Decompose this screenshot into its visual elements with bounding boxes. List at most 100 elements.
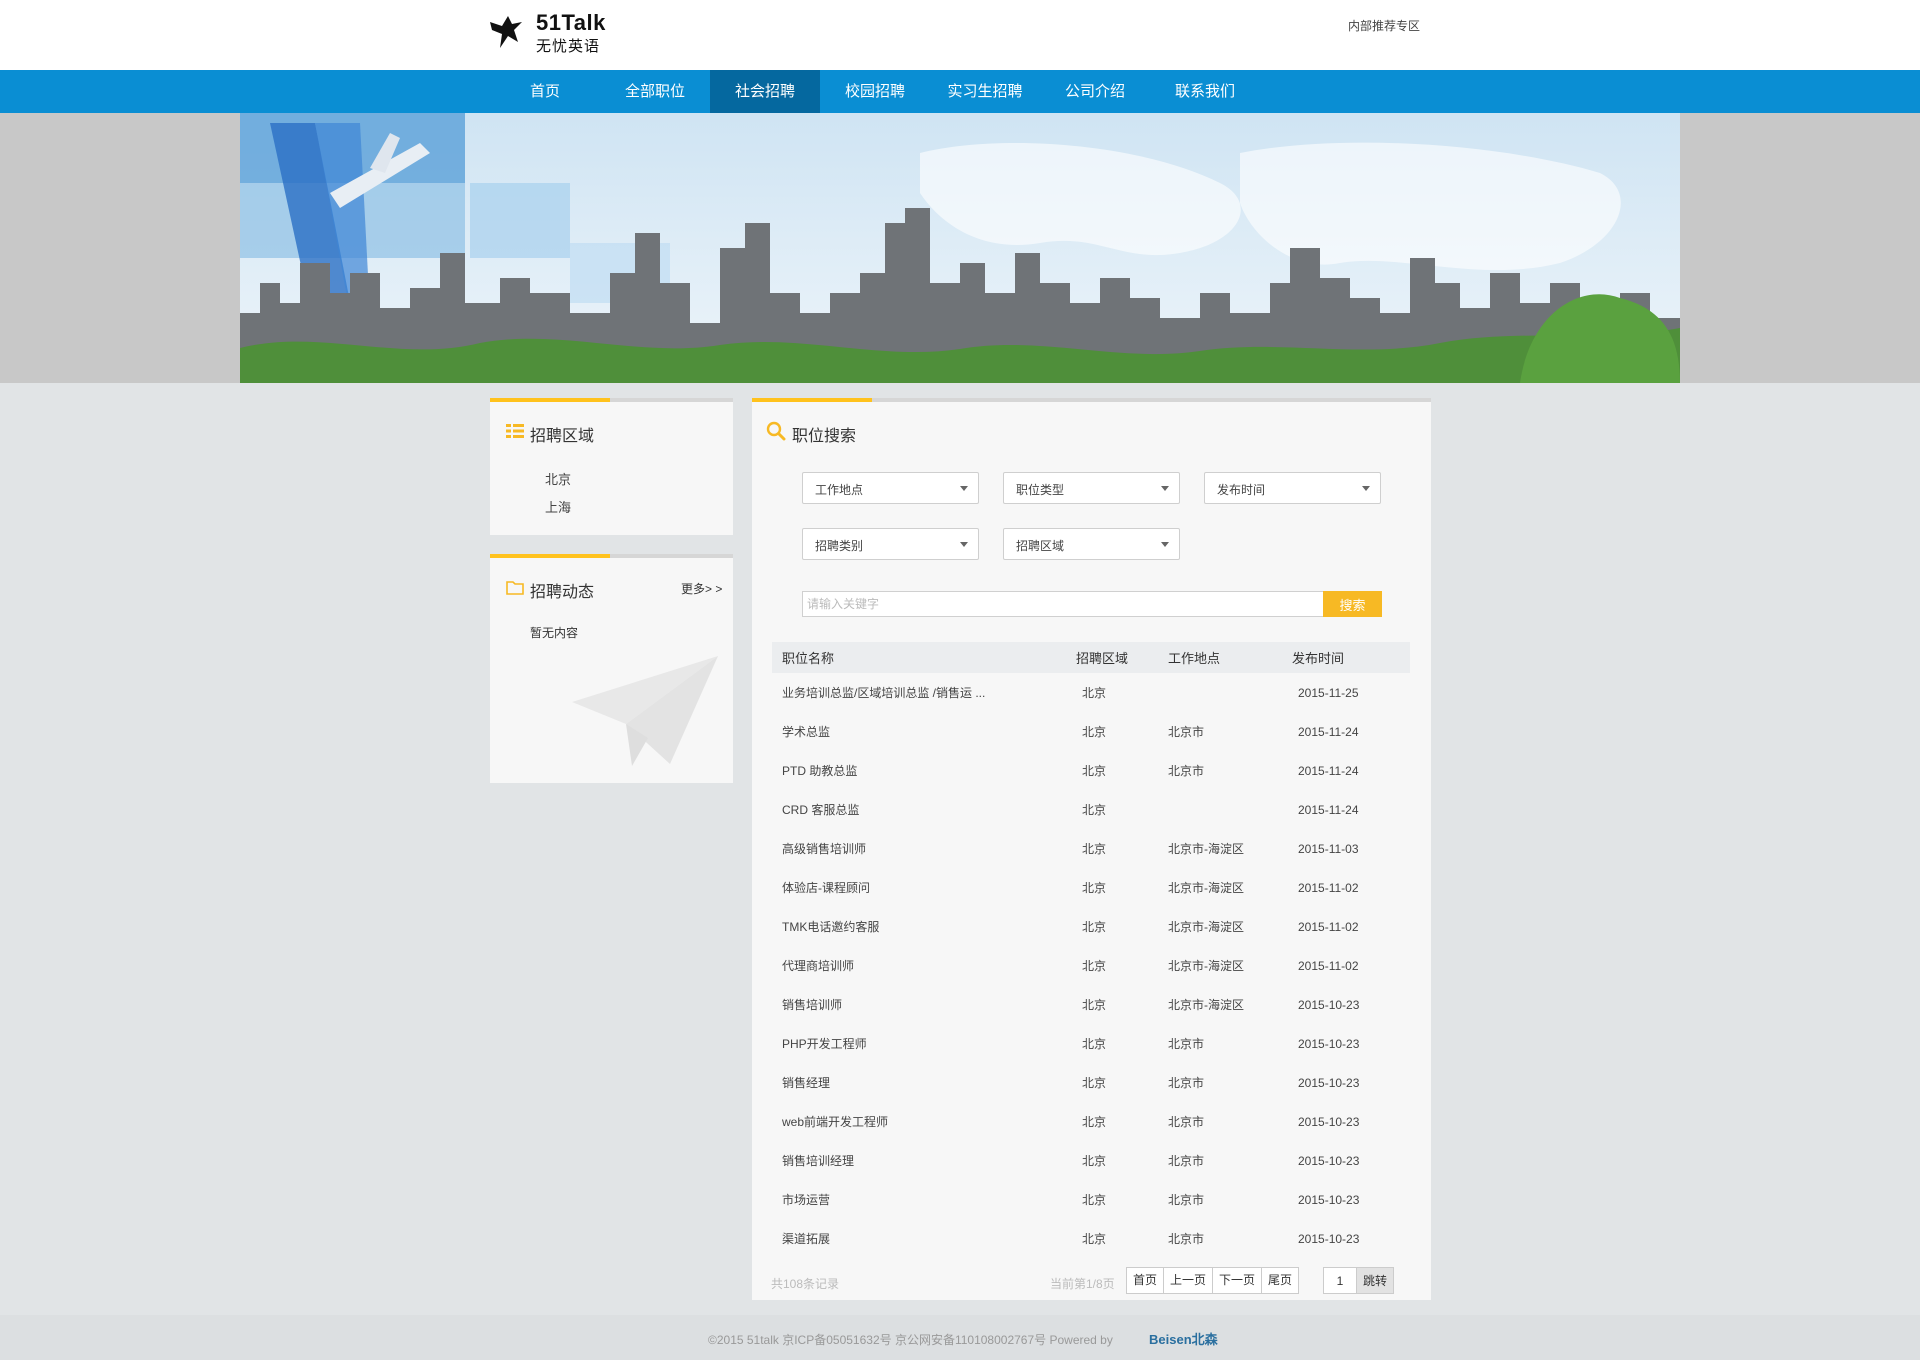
job-name-cell: 渠道拓展	[772, 1219, 1076, 1258]
table-row[interactable]: 渠道拓展 北京 北京市 2015-10-23	[772, 1219, 1410, 1258]
job-name-link[interactable]: 渠道拓展	[782, 1232, 830, 1246]
publish-time-select[interactable]: 发布时间	[1204, 472, 1381, 504]
job-region: 北京	[1082, 725, 1107, 739]
panel-top-border	[490, 554, 733, 558]
job-date: 2015-10-23	[1298, 1114, 1360, 1129]
panel-top-border	[752, 398, 1431, 402]
select-label: 招聘类别	[815, 539, 864, 553]
table-row[interactable]: 体验店-课程顾问 北京 北京市-海淀区 2015-11-02	[772, 868, 1410, 907]
table-row[interactable]: 销售经理 北京 北京市 2015-10-23	[772, 1063, 1410, 1102]
job-name-link[interactable]: 销售培训师	[782, 998, 842, 1012]
chevron-down-icon	[1362, 486, 1370, 491]
prev-page-button[interactable]: 上一页	[1163, 1267, 1213, 1294]
search-button[interactable]: 搜索	[1323, 591, 1382, 617]
job-name-link[interactable]: 销售培训经理	[782, 1154, 854, 1168]
job-name-link[interactable]: web前端开发工程师	[782, 1115, 888, 1129]
job-name-link[interactable]: 体验店-课程顾问	[782, 881, 870, 895]
job-location: 北京市-海淀区	[1168, 881, 1244, 895]
news-panel: 招聘动态 更多> > 暂无内容	[490, 554, 733, 783]
pagination: 共108条记录 当前第1/8页 首页 上一页 下一页 尾页 跳转	[752, 1266, 1431, 1294]
job-name-cell: PTD 助教总监	[772, 751, 1076, 790]
table-row[interactable]: CRD 客服总监 北京 2015-11-24	[772, 790, 1410, 829]
job-location: 北京市	[1168, 1037, 1205, 1051]
job-region: 北京	[1082, 764, 1107, 778]
table-row[interactable]: 销售培训师 北京 北京市-海淀区 2015-10-23	[772, 985, 1410, 1024]
job-region: 北京	[1082, 842, 1107, 856]
job-type-select[interactable]: 职位类型	[1003, 472, 1180, 504]
job-name-cell: web前端开发工程师	[772, 1102, 1076, 1141]
job-date: 2015-10-23	[1298, 1075, 1360, 1090]
job-region: 北京	[1082, 959, 1107, 973]
table-row[interactable]: 高级销售培训师 北京 北京市-海淀区 2015-11-03	[772, 829, 1410, 868]
job-location: 北京市	[1168, 1115, 1205, 1129]
table-row[interactable]: TMK电话邀约客服 北京 北京市-海淀区 2015-11-02	[772, 907, 1410, 946]
recruit-category-select[interactable]: 招聘类别	[802, 528, 979, 560]
table-row[interactable]: PHP开发工程师 北京 北京市 2015-10-23	[772, 1024, 1410, 1063]
region-item-beijing[interactable]: 北京	[545, 466, 571, 494]
job-name-link[interactable]: 市场运营	[782, 1193, 830, 1207]
job-date: 2015-11-03	[1298, 841, 1359, 856]
job-name-link[interactable]: 高级销售培训师	[782, 842, 866, 856]
top-header: 51Talk 无忧英语 内部推荐专区	[0, 0, 1920, 70]
job-name-link[interactable]: PTD 助教总监	[782, 764, 857, 778]
job-name-cell: 销售经理	[772, 1063, 1076, 1102]
job-date: 2015-10-23	[1298, 1153, 1360, 1168]
job-location	[1168, 790, 1292, 829]
region-item-shanghai[interactable]: 上海	[545, 494, 571, 522]
banner-area	[0, 113, 1920, 383]
recruit-region-select[interactable]: 招聘区域	[1003, 528, 1180, 560]
region-panel: 招聘区域 北京 上海	[490, 398, 733, 535]
nav-item-contact[interactable]: 联系我们	[1150, 70, 1260, 113]
panel-accent-bar	[490, 398, 610, 402]
nav-item-home[interactable]: 首页	[490, 70, 600, 113]
logo[interactable]: 51Talk 无忧英语	[488, 8, 618, 55]
beisen-logo[interactable]: Beisen北森	[1149, 1329, 1218, 1348]
table-header-row: 职位名称 招聘区域 工作地点 发布时间	[772, 642, 1410, 673]
job-location: 北京市	[1168, 1193, 1205, 1207]
table-row[interactable]: 学术总监 北京 北京市 2015-11-24	[772, 712, 1410, 751]
job-name-cell: 体验店-课程顾问	[772, 868, 1076, 907]
job-date: 2015-10-23	[1298, 1036, 1360, 1051]
banner-image	[240, 113, 1680, 383]
table-row[interactable]: 销售培训经理 北京 北京市 2015-10-23	[772, 1141, 1410, 1180]
nav-item-intern-recruit[interactable]: 实习生招聘	[930, 70, 1040, 113]
job-name-link[interactable]: 学术总监	[782, 725, 830, 739]
job-name-link[interactable]: CRD 客服总监	[782, 803, 859, 817]
last-page-button[interactable]: 尾页	[1261, 1267, 1299, 1294]
job-region: 北京	[1082, 998, 1107, 1012]
keyword-search-input[interactable]	[802, 591, 1325, 617]
nav-item-social-recruit[interactable]: 社会招聘	[710, 70, 820, 113]
logo-brand: 51Talk	[536, 10, 606, 35]
col-header-job-name: 职位名称	[772, 642, 1076, 673]
job-name-link[interactable]: 销售经理	[782, 1076, 830, 1090]
job-date: 2015-11-24	[1298, 724, 1359, 739]
next-page-button[interactable]: 下一页	[1212, 1267, 1262, 1294]
footer-text: ©2015 51talk 京ICP备05051632号 京公网安备1101080…	[708, 1333, 1113, 1347]
job-date: 2015-11-02	[1298, 880, 1359, 895]
job-name-link[interactable]: 业务培训总监/区域培训总监 /销售运 ...	[782, 686, 985, 700]
job-name-link[interactable]: PHP开发工程师	[782, 1037, 867, 1051]
search-icon	[766, 421, 786, 441]
first-page-button[interactable]: 首页	[1126, 1267, 1164, 1294]
job-region: 北京	[1082, 686, 1107, 700]
table-row[interactable]: 业务培训总监/区域培训总监 /销售运 ... 北京 2015-11-25	[772, 673, 1410, 712]
job-name-link[interactable]: TMK电话邀约客服	[782, 920, 879, 934]
work-location-select[interactable]: 工作地点	[802, 472, 979, 504]
footer: ©2015 51talk 京ICP备05051632号 京公网安备1101080…	[0, 1315, 1920, 1360]
job-name-link[interactable]: 代理商培训师	[782, 959, 854, 973]
news-more-link[interactable]: 更多> >	[681, 580, 722, 597]
job-region: 北京	[1082, 920, 1107, 934]
jump-button[interactable]: 跳转	[1356, 1267, 1394, 1294]
table-row[interactable]: 代理商培训师 北京 北京市-海淀区 2015-11-02	[772, 946, 1410, 985]
page-number-input[interactable]	[1323, 1267, 1357, 1294]
internal-referral-link[interactable]: 内部推荐专区	[1348, 17, 1420, 34]
nav-item-company-intro[interactable]: 公司介绍	[1040, 70, 1150, 113]
table-row[interactable]: 市场运营 北京 北京市 2015-10-23	[772, 1180, 1410, 1219]
nav-item-campus-recruit[interactable]: 校园招聘	[820, 70, 930, 113]
select-label: 职位类型	[1016, 483, 1065, 497]
job-date: 2015-11-24	[1298, 763, 1359, 778]
nav-item-all-jobs[interactable]: 全部职位	[600, 70, 710, 113]
table-row[interactable]: web前端开发工程师 北京 北京市 2015-10-23	[772, 1102, 1410, 1141]
table-row[interactable]: PTD 助教总监 北京 北京市 2015-11-24	[772, 751, 1410, 790]
job-location: 北京市-海淀区	[1168, 998, 1244, 1012]
